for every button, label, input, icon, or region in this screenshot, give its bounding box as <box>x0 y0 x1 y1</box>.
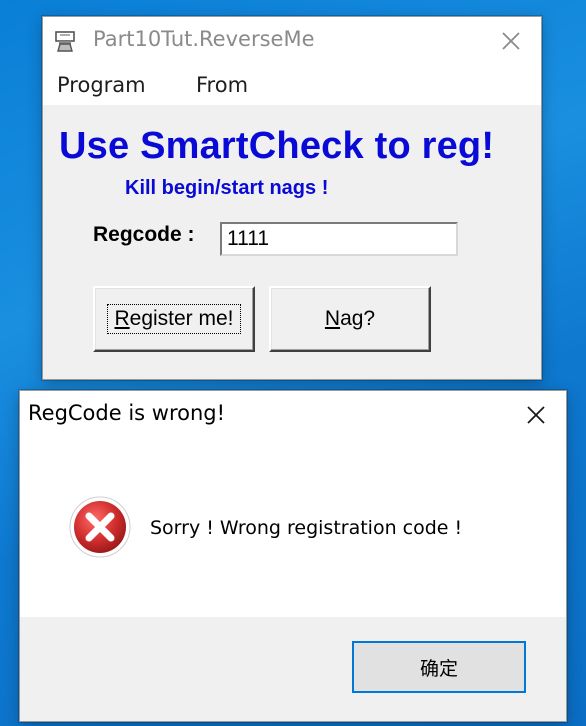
register-button[interactable]: Register me! <box>93 286 255 352</box>
dialog-message: Sorry ! Wrong registration code ! <box>150 517 463 539</box>
regcode-input[interactable] <box>220 222 458 256</box>
menu-bar: Program From <box>43 69 541 105</box>
dialog-titlebar[interactable]: RegCode is wrong! <box>20 391 566 441</box>
nag-button-label: Nag? <box>324 307 376 330</box>
menu-from[interactable]: From <box>196 73 248 97</box>
headline-text: Use SmartCheck to reg! <box>59 125 495 167</box>
ok-button[interactable]: 确定 <box>352 641 526 693</box>
dialog-title: RegCode is wrong! <box>28 401 226 425</box>
dialog-close-icon[interactable] <box>520 399 552 431</box>
error-icon <box>69 496 131 558</box>
register-button-label: Register me! <box>107 304 241 334</box>
menu-program[interactable]: Program <box>57 73 146 97</box>
app-icon <box>55 31 75 52</box>
nag-button[interactable]: Nag? <box>269 286 431 352</box>
error-dialog: RegCode is wrong! Sorry ! Wrong registra… <box>19 390 567 722</box>
main-window: Part10Tut.ReverseMe Program From Use Sma… <box>42 16 542 380</box>
main-client-area: Use SmartCheck to reg! Kill begin/start … <box>43 105 541 379</box>
subline-text: Kill begin/start nags ! <box>125 177 329 199</box>
main-titlebar[interactable]: Part10Tut.ReverseMe <box>43 17 541 69</box>
dialog-body: Sorry ! Wrong registration code ! <box>20 441 566 617</box>
regcode-label: Regcode : <box>93 223 195 246</box>
close-icon[interactable] <box>495 25 527 57</box>
main-window-title: Part10Tut.ReverseMe <box>93 27 315 51</box>
dialog-footer: 确定 <box>20 617 566 721</box>
